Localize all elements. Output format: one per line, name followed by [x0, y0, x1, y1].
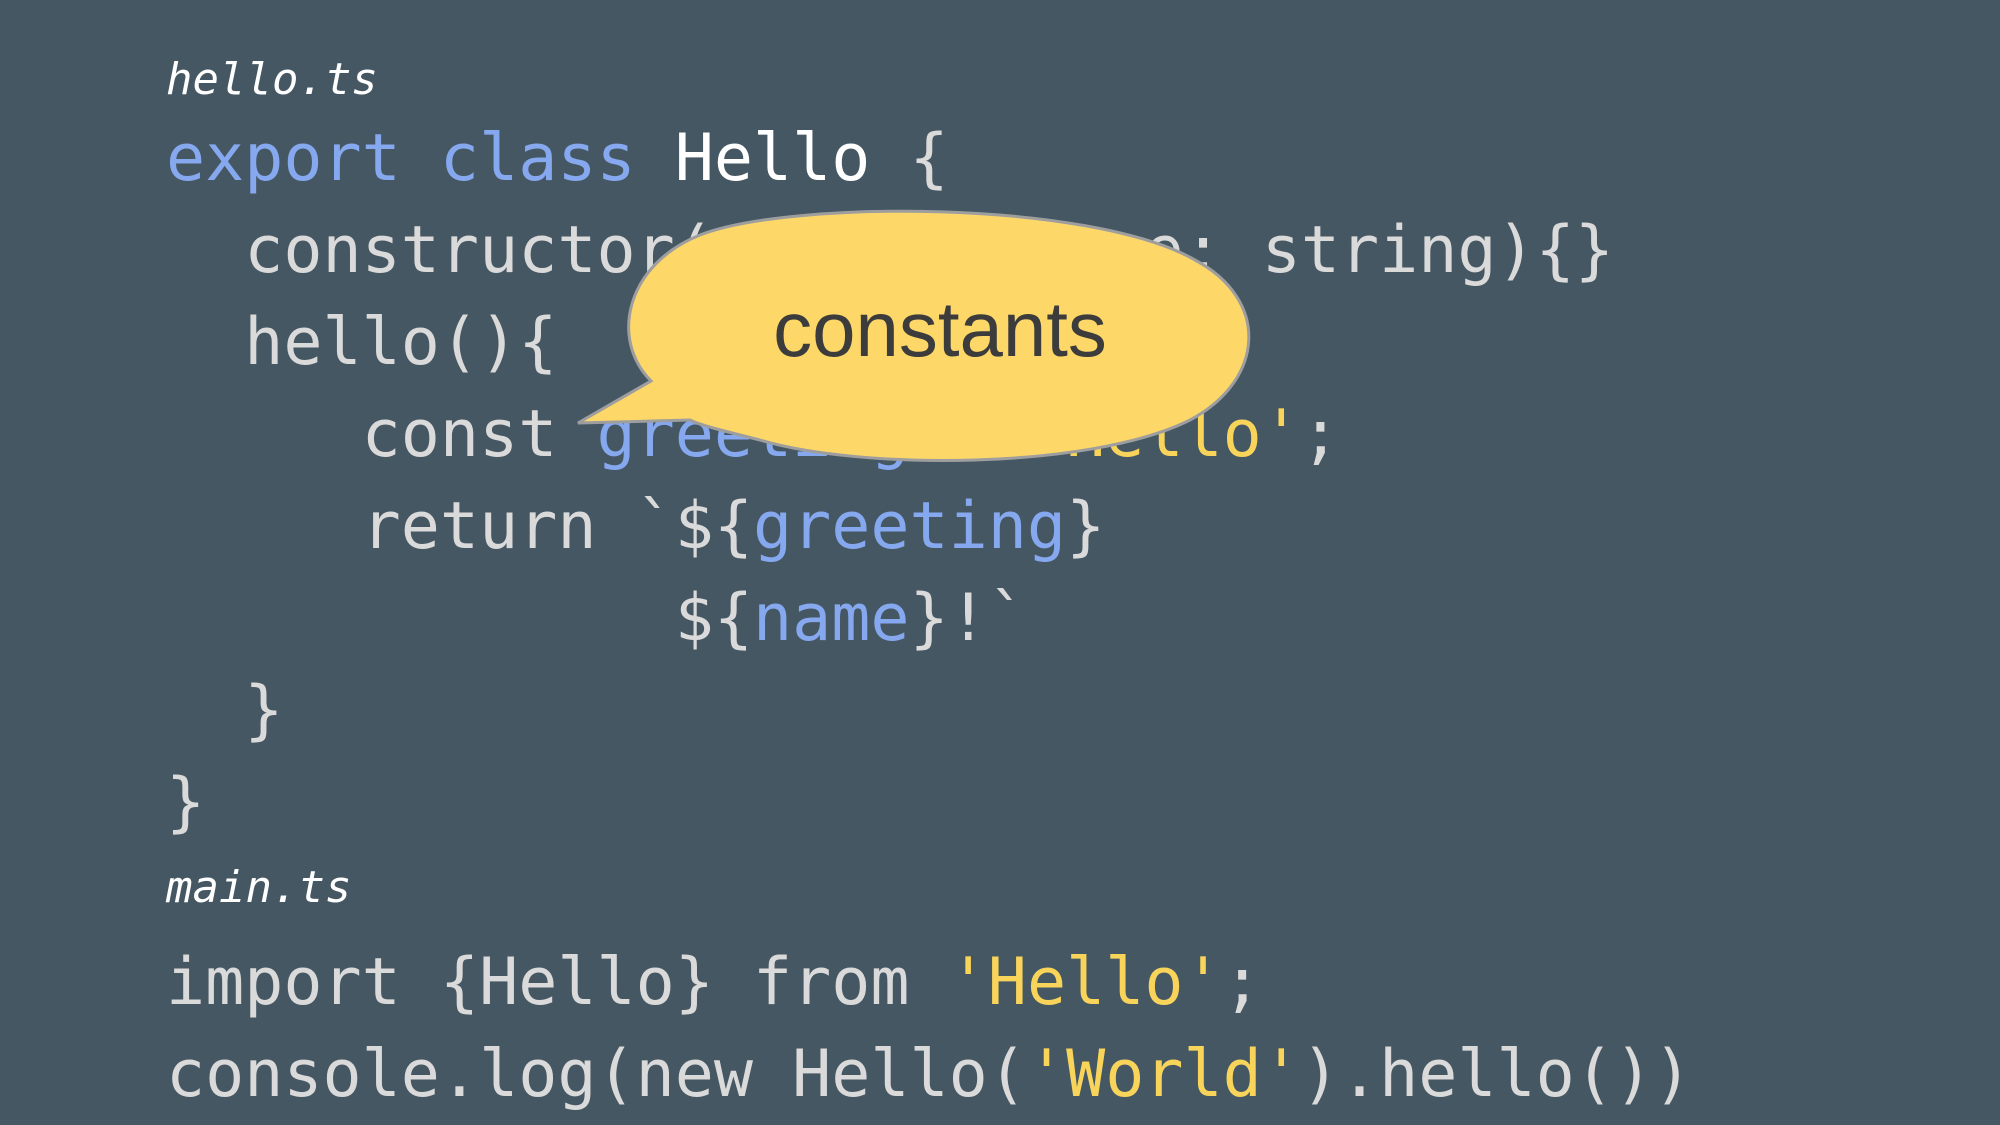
code-token: export class [166, 121, 675, 196]
code-line: ${name}!` [166, 586, 1027, 651]
code-token: } [1066, 489, 1106, 564]
code-token: 'Hello' [1026, 397, 1301, 472]
code-token: constructor(private name: string){} [166, 213, 1614, 288]
code-slide: hello.ts export class Hello { constructo… [0, 0, 2000, 1125]
code-line: constructor(private name: string){} [166, 218, 1614, 283]
code-line: export class Hello { [166, 126, 949, 191]
code-token: 'Hello' [948, 945, 1223, 1020]
code-line: return `${greeting} [166, 494, 1106, 559]
code-token: greeting [596, 397, 910, 472]
code-token: greeting [753, 489, 1067, 564]
file-label-hello-ts: hello.ts [166, 54, 378, 105]
code-token: name [753, 581, 910, 656]
code-token: Hello [674, 121, 871, 196]
code-token: } [166, 765, 206, 840]
code-line: hello(){ [166, 310, 557, 375]
code-token: { [870, 121, 949, 196]
code-token: hello(){ [166, 305, 558, 380]
callout-label: constants [773, 285, 1107, 373]
code-line: } [166, 770, 205, 835]
code-token: ; [1222, 945, 1262, 1020]
code-line: import {Hello} from 'Hello'; [166, 950, 1262, 1015]
code-token: ${ [166, 581, 753, 656]
code-token: import {Hello} from [166, 945, 949, 1020]
file-label-main-ts: main.ts [166, 862, 352, 913]
code-token: = [909, 397, 1027, 472]
code-token: ).hello()) [1300, 1037, 1693, 1112]
code-token: return `${ [166, 489, 753, 564]
code-line: console.log(new Hello('World').hello()) [166, 1042, 1692, 1107]
code-token: } [166, 673, 284, 748]
code-token: 'World' [1026, 1037, 1301, 1112]
code-line: const greeting = 'Hello'; [166, 402, 1340, 467]
code-token: ; [1300, 397, 1341, 472]
code-token: }!` [909, 581, 1027, 656]
code-token: const [166, 397, 597, 472]
code-token: console.log(new Hello( [166, 1037, 1027, 1112]
code-line: } [166, 678, 283, 743]
